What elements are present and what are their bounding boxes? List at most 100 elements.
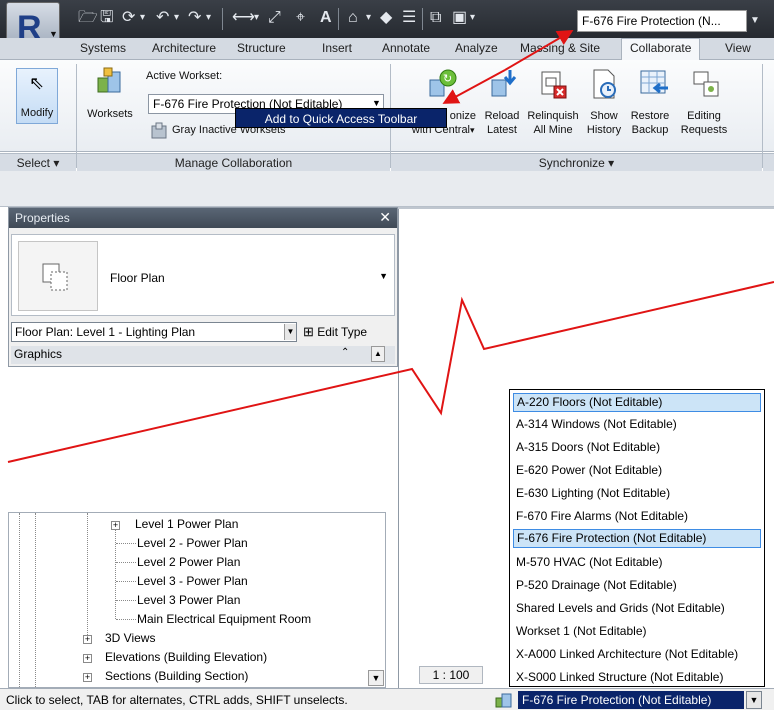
tab-architecture[interactable]: Architecture [152, 41, 216, 55]
workset-option[interactable]: M-570 HVAC (Not Editable) [513, 553, 761, 572]
relinquish-all-mine-icon[interactable] [536, 68, 568, 100]
tree-item[interactable]: Level 1 Power Plan [135, 517, 238, 531]
properties-title: Properties ✕ [9, 208, 397, 228]
show-history-line2[interactable]: History [584, 124, 624, 137]
graphics-group-header[interactable]: Graphics ⌃ ▲ [11, 346, 395, 364]
worksets-icon[interactable] [94, 66, 126, 98]
scroll-up-icon[interactable]: ▲ [371, 346, 385, 362]
workset-option[interactable]: A-314 Windows (Not Editable) [513, 415, 761, 434]
show-history-line1[interactable]: Show [584, 110, 624, 123]
expand-icon[interactable]: + [83, 635, 92, 644]
tree-item[interactable]: Main Electrical Equipment Room [137, 612, 311, 626]
workset-option[interactable]: Shared Levels and Grids (Not Editable) [513, 599, 761, 618]
tab-analyze[interactable]: Analyze [455, 41, 498, 55]
redo-icon[interactable]: ↷ [188, 8, 201, 28]
qat-workset-combo[interactable]: F-676 Fire Protection (N... [577, 10, 747, 32]
editing-requests-line2[interactable]: Requests [678, 124, 730, 137]
save-icon[interactable]: 🖫 [100, 8, 114, 28]
instance-filter-combo[interactable]: Floor Plan: Level 1 - Lighting Plan ▼ [11, 322, 297, 342]
show-history-icon[interactable] [588, 68, 620, 100]
restore-backup-line2[interactable]: Backup [628, 124, 672, 137]
relinquish-line2[interactable]: All Mine [524, 124, 582, 137]
type-selector[interactable]: Floor Plan ▼ [11, 234, 395, 316]
workset-option[interactable]: E-630 Lighting (Not Editable) [513, 484, 761, 503]
add-to-quick-access-toolbar-menu-item[interactable]: Add to Quick Access Toolbar [235, 108, 447, 128]
floor-plan-thumbnail [18, 241, 98, 311]
tree-branch [116, 543, 136, 544]
chevron-down-icon[interactable]: ▼ [379, 271, 388, 281]
tab-view[interactable]: View [725, 41, 751, 55]
view-3d-dropdown-icon[interactable]: ▾ [366, 8, 371, 28]
sync-icon[interactable]: ⟳ [122, 8, 135, 28]
dimension-icon[interactable]: ⤢ [268, 8, 281, 28]
tab-annotate[interactable]: Annotate [382, 41, 430, 55]
modify-button[interactable]: ⇖ Modify [16, 68, 58, 124]
reload-latest-line1[interactable]: Reload [480, 110, 524, 123]
section-icon[interactable]: ◆ [380, 8, 392, 28]
relinquish-line1[interactable]: Relinquish [524, 110, 582, 123]
status-workset-combo[interactable]: F-676 Fire Protection (Not Editable) [518, 691, 744, 709]
scroll-down-icon[interactable]: ▼ [368, 670, 384, 686]
workset-option[interactable]: A-220 Floors (Not Editable) [513, 393, 761, 412]
tab-collaborate[interactable]: Collaborate [621, 38, 701, 60]
collapse-icon[interactable]: ⌃ [341, 347, 349, 358]
workset-option[interactable]: A-315 Doors (Not Editable) [513, 438, 761, 457]
redo-dropdown-icon[interactable]: ▾ [206, 8, 211, 28]
tree-item[interactable]: 3D Views [105, 631, 155, 645]
ribbon-panel: ⇖ Modify Worksets Active Workset: F-676 … [0, 60, 774, 171]
close-windows-icon[interactable]: ⧉ [430, 8, 441, 28]
tab-structure[interactable]: Structure [237, 41, 286, 55]
measure-dropdown-icon[interactable]: ▾ [254, 8, 259, 28]
qat-customize-icon[interactable]: ▾ [470, 8, 475, 28]
tab-systems[interactable]: Systems [80, 41, 126, 55]
open-icon[interactable]: 🗁 [78, 8, 98, 28]
tree-item[interactable]: Level 3 Power Plan [137, 593, 240, 607]
tag-icon[interactable]: ⌖ [296, 8, 305, 28]
tab-insert[interactable]: Insert [322, 41, 352, 55]
worksets-label[interactable]: Worksets [86, 108, 134, 121]
tree-item[interactable]: Sections (Building Section) [105, 669, 248, 683]
workset-option[interactable]: P-520 Drainage (Not Editable) [513, 576, 761, 595]
tree-item[interactable]: Level 2 - Power Plan [137, 536, 248, 550]
chevron-down-icon[interactable]: ▼ [284, 324, 296, 340]
qat-workset-dropdown-icon[interactable]: ▼ [748, 10, 762, 32]
view-3d-icon[interactable]: ⌂ [348, 8, 358, 28]
synchronize-icon[interactable]: ↻ [426, 68, 458, 100]
undo-icon[interactable]: ↶ [156, 8, 169, 28]
chevron-down-icon[interactable]: ▾ [470, 124, 475, 137]
synchronize-panel-title[interactable]: Synchronize ▾ [391, 153, 762, 171]
tree-item[interactable]: Elevations (Building Elevation) [105, 650, 267, 664]
workset-option[interactable]: F-670 Fire Alarms (Not Editable) [513, 507, 761, 526]
reload-latest-icon[interactable] [488, 68, 520, 100]
properties-palette: Properties ✕ Floor Plan ▼ Floor Plan: Le… [8, 207, 398, 367]
workset-option-selected[interactable]: F-676 Fire Protection (Not Editable) [513, 529, 761, 548]
chevron-down-icon[interactable]: ▼ [746, 691, 762, 709]
tree-item[interactable]: Level 2 Power Plan [137, 555, 240, 569]
undo-dropdown-icon[interactable]: ▾ [174, 8, 179, 28]
workset-option[interactable]: Workset 1 (Not Editable) [513, 622, 761, 641]
chevron-down-icon[interactable]: ▼ [372, 98, 381, 108]
select-panel-title[interactable]: Select ▾ [0, 153, 76, 171]
restore-backup-line1[interactable]: Restore [628, 110, 672, 123]
workset-option[interactable]: X-A000 Linked Architecture (Not Editable… [513, 645, 761, 664]
dropdown-caret-icon[interactable]: ▾ [140, 8, 145, 28]
editing-requests-icon[interactable] [690, 68, 722, 100]
switch-windows-icon[interactable]: ▣ [452, 8, 467, 28]
expand-icon[interactable]: + [111, 521, 120, 530]
view-scale[interactable]: 1 : 100 [419, 666, 483, 684]
close-icon[interactable]: ✕ [379, 209, 391, 226]
measure-icon[interactable]: ⟷ [232, 8, 255, 28]
expand-icon[interactable]: + [83, 673, 92, 682]
tab-massing-site[interactable]: Massing & Site [520, 41, 600, 55]
workset-option[interactable]: X-S000 Linked Structure (Not Editable) [513, 668, 761, 685]
edit-type-button[interactable]: ⊞ Edit Type [299, 322, 395, 342]
editing-requests-line1[interactable]: Editing [678, 110, 730, 123]
restore-backup-icon[interactable] [638, 68, 670, 100]
worksets-icon[interactable] [494, 691, 514, 709]
tree-item[interactable]: Level 3 - Power Plan [137, 574, 248, 588]
reload-latest-line2[interactable]: Latest [480, 124, 524, 137]
workset-option[interactable]: E-620 Power (Not Editable) [513, 461, 761, 480]
text-icon[interactable]: A [320, 8, 332, 28]
expand-icon[interactable]: + [83, 654, 92, 663]
thin-lines-icon[interactable]: ☰ [402, 8, 416, 28]
